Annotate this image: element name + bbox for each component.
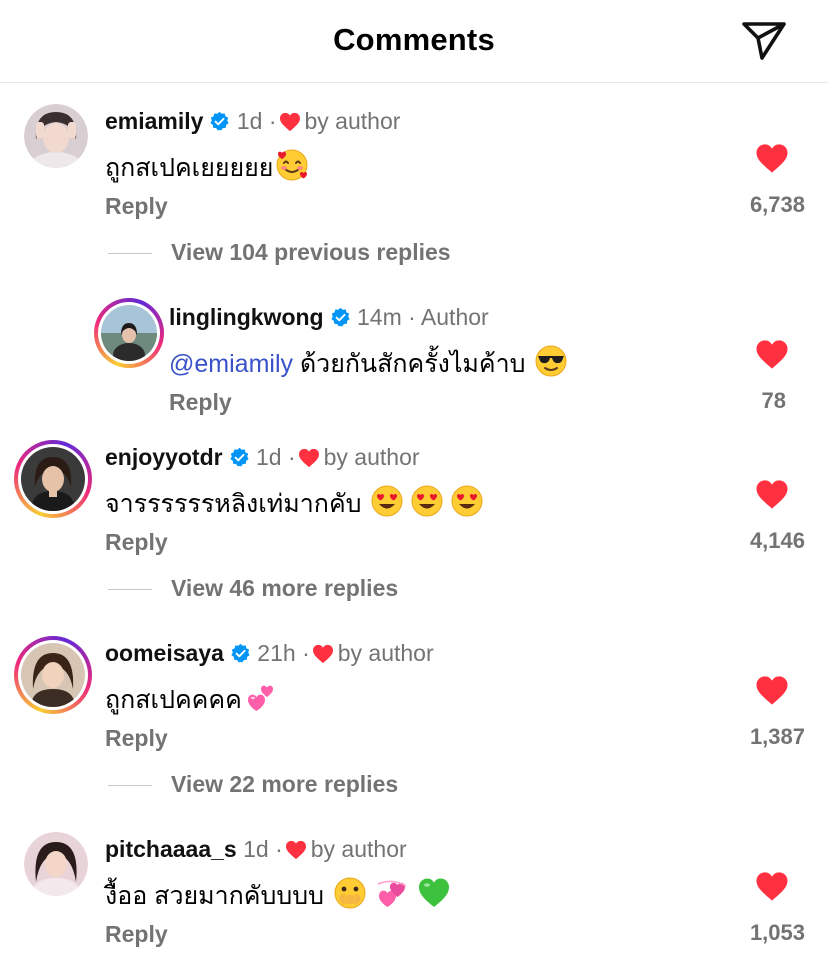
- revolving-hearts-emoji-icon: [377, 880, 407, 907]
- avatar[interactable]: [94, 298, 164, 368]
- separator-dot: ·: [287, 444, 296, 470]
- reply-meta: linglingkwong 14m · Author: [169, 303, 489, 331]
- sunglasses-emoji-icon: [535, 345, 567, 377]
- like-count: 78: [761, 388, 786, 413]
- comment-time: 1d: [236, 108, 263, 134]
- avatar[interactable]: [14, 440, 92, 518]
- comment-text: ถูกสเปคเยยยยย: [105, 148, 309, 184]
- like-count: 6,738: [749, 192, 805, 217]
- separator-dot: ·: [268, 108, 277, 134]
- comment-time: 1d: [255, 444, 282, 470]
- heart-eyes-emoji-icon: [411, 485, 443, 517]
- verified-badge-icon: [330, 307, 350, 327]
- comment-meta: emiamily 1d · by author: [105, 107, 400, 135]
- liked-by-author-label: by author: [323, 444, 420, 470]
- reply-button[interactable]: Reply: [169, 389, 232, 416]
- two-hearts-emoji-icon: [247, 685, 273, 711]
- comment-body: ถูกสเปคคคค: [105, 686, 242, 714]
- comment-meta: pitchaaaa_s 1d · by author: [105, 835, 407, 863]
- comment-body: งื้ออ สวยมากคับบบบ: [105, 882, 331, 910]
- liked-by-author-heart-icon: [285, 840, 306, 860]
- send-icon[interactable]: [740, 18, 788, 62]
- comment-body: ด้วยกันสักครั้งไมค้าบ: [293, 350, 533, 378]
- heart-eyes-emoji-icon: [451, 485, 483, 517]
- heart-eyes-emoji-icon: [371, 485, 403, 517]
- view-replies-button[interactable]: View 22 more replies: [171, 771, 398, 798]
- like-count: 1,387: [749, 724, 805, 749]
- reply-button[interactable]: Reply: [105, 725, 168, 752]
- like-heart-icon[interactable]: [755, 479, 789, 510]
- reply-button[interactable]: Reply: [105, 193, 168, 220]
- like-count: 4,146: [749, 528, 805, 553]
- avatar[interactable]: [24, 832, 88, 896]
- username[interactable]: emiamily: [105, 108, 203, 134]
- comment-text: @emiamily ด้วยกันสักครั้งไมค้าบ: [169, 344, 568, 380]
- avatar[interactable]: [24, 104, 88, 168]
- comment-time: 21h: [257, 640, 296, 666]
- view-replies-divider: [108, 589, 152, 590]
- comment-meta: oomeisaya 21h · by author: [105, 639, 434, 667]
- comment-body: ถูกสเปคเยยยยย: [105, 154, 274, 182]
- comment-text: งื้ออ สวยมากคับบบบ: [105, 876, 451, 912]
- comment-time: 14m: [356, 304, 402, 330]
- liked-by-author-label: by author: [310, 836, 407, 862]
- comment-time: 1d: [243, 836, 269, 862]
- username[interactable]: enjoyyotdr: [105, 444, 223, 470]
- username[interactable]: pitchaaaa_s: [105, 836, 237, 862]
- like-count: 1,053: [749, 920, 805, 945]
- view-replies-button[interactable]: View 104 previous replies: [171, 239, 451, 266]
- green-heart-emoji-icon: [418, 878, 449, 907]
- liked-by-author-heart-icon: [312, 644, 333, 664]
- like-heart-icon[interactable]: [755, 339, 789, 370]
- username[interactable]: oomeisaya: [105, 640, 224, 666]
- comment-text: ถูกสเปคคคค: [105, 680, 278, 716]
- liked-by-author-label: by author: [337, 640, 434, 666]
- comment-meta: enjoyyotdr 1d · by author: [105, 443, 420, 471]
- like-heart-icon[interactable]: [755, 871, 789, 902]
- liked-by-author-label: by author: [304, 108, 401, 134]
- view-replies-button[interactable]: View 46 more replies: [171, 575, 398, 602]
- comments-header: Comments: [0, 0, 828, 83]
- face-with-open-eyes-and-hand-over-mouth-emoji-icon: [334, 877, 366, 909]
- separator-dot: ·: [302, 640, 310, 666]
- comment-body: จารรรรรรหลิงเท่มากคับ: [105, 490, 369, 518]
- view-replies-divider: [108, 253, 152, 254]
- like-heart-icon[interactable]: [755, 675, 789, 706]
- liked-by-author-heart-icon: [298, 448, 319, 468]
- avatar[interactable]: [14, 636, 92, 714]
- verified-badge-icon: [231, 643, 250, 663]
- like-heart-icon[interactable]: [755, 143, 789, 174]
- separator-dot: ·: [275, 836, 283, 862]
- reply-button[interactable]: Reply: [105, 921, 168, 948]
- page-title: Comments: [333, 22, 495, 57]
- comment-text: จารรรรรรหลิงเท่มากคับ: [105, 484, 484, 520]
- liked-by-author-heart-icon: [279, 112, 300, 132]
- reply-button[interactable]: Reply: [105, 529, 168, 556]
- separator-dot: ·: [408, 304, 416, 330]
- author-tag: Author: [420, 304, 489, 330]
- view-replies-divider: [108, 785, 152, 786]
- verified-badge-icon: [229, 447, 249, 467]
- mention-link[interactable]: @emiamily: [169, 350, 293, 378]
- smiling-face-with-hearts-emoji-icon: [276, 149, 308, 181]
- verified-badge-icon: [210, 111, 230, 131]
- username[interactable]: linglingkwong: [169, 304, 324, 330]
